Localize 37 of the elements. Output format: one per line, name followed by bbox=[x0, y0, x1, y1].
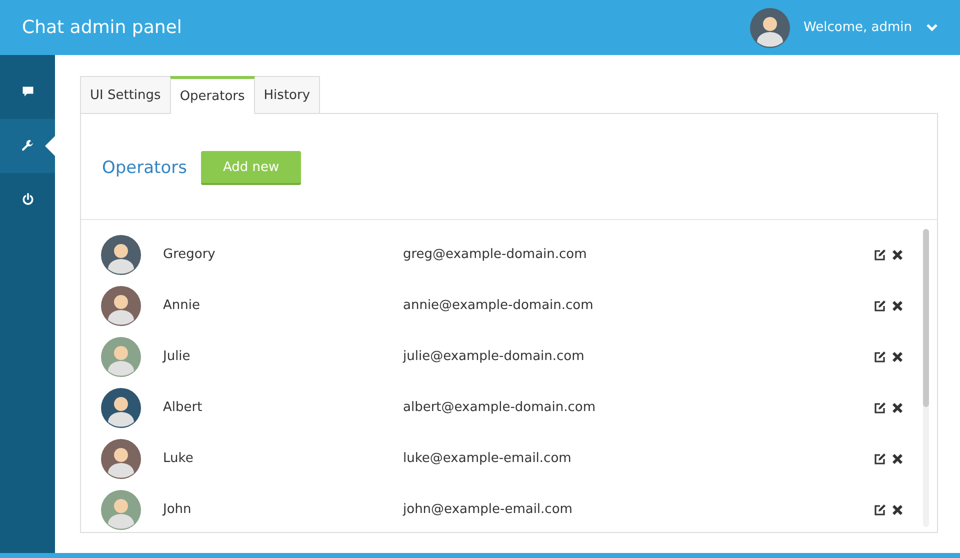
edit-icon[interactable] bbox=[874, 248, 886, 260]
operator-name: Julie bbox=[163, 349, 192, 364]
operator-email: luke@example-email.com bbox=[403, 451, 572, 466]
edit-icon[interactable] bbox=[874, 350, 886, 362]
operator-email: john@example-email.com bbox=[403, 502, 574, 517]
delete-icon[interactable] bbox=[892, 504, 903, 516]
delete-icon[interactable] bbox=[892, 402, 903, 414]
section-title: Operators bbox=[102, 158, 187, 178]
active-pointer bbox=[45, 136, 55, 156]
tab[interactable]: UI Settings bbox=[80, 76, 171, 113]
edit-icon[interactable] bbox=[874, 452, 886, 464]
operator-email: greg@example-domain.com bbox=[403, 247, 588, 262]
operator-email: julie@example-domain.com bbox=[403, 349, 586, 364]
chevron-down-icon[interactable] bbox=[926, 23, 938, 32]
operator-email: albert@example-domain.com bbox=[403, 400, 596, 415]
power-icon bbox=[20, 193, 34, 207]
delete-icon[interactable] bbox=[892, 452, 903, 464]
edit-icon[interactable] bbox=[874, 402, 886, 414]
delete-icon[interactable] bbox=[892, 350, 903, 362]
app-title: Chat admin panel bbox=[22, 17, 183, 38]
chat-icon bbox=[20, 85, 34, 99]
sidebar-item[interactable] bbox=[0, 119, 55, 173]
tab[interactable]: Operators bbox=[170, 76, 255, 114]
operator-name: John bbox=[163, 502, 192, 517]
tab[interactable]: History bbox=[254, 76, 320, 113]
operator-name: Albert bbox=[163, 400, 204, 415]
delete-icon[interactable] bbox=[892, 300, 903, 312]
delete-icon[interactable] bbox=[892, 248, 903, 260]
operator-name: Luke bbox=[163, 451, 194, 466]
avatar-icon bbox=[750, 8, 790, 48]
welcome-text: Welcome, admin bbox=[804, 20, 912, 35]
operator-email: annie@example-domain.com bbox=[403, 298, 594, 313]
operator-name: Gregory bbox=[163, 247, 216, 262]
wrench-icon bbox=[20, 139, 34, 153]
operator-name: Annie bbox=[163, 298, 201, 313]
edit-icon[interactable] bbox=[874, 300, 886, 312]
edit-icon[interactable] bbox=[874, 504, 886, 516]
